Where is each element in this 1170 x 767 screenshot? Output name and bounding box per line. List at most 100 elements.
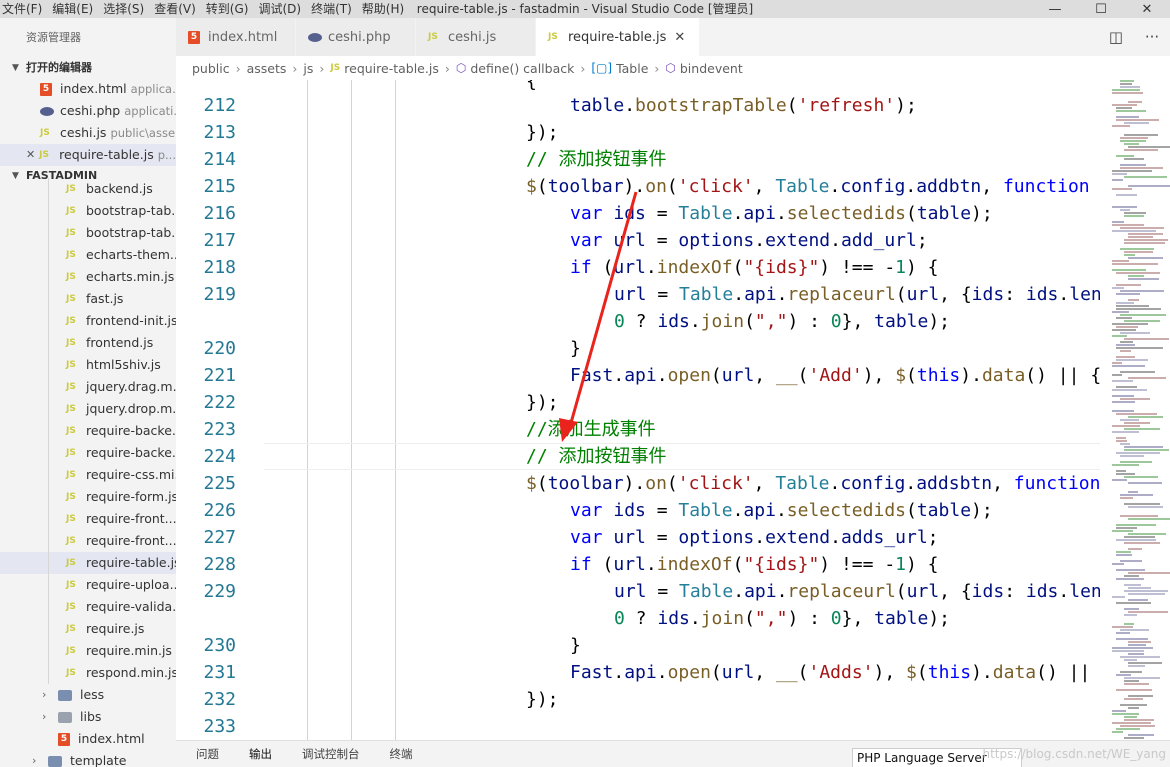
breadcrumb-item[interactable]: define() callback bbox=[470, 61, 574, 76]
file-path: p... bbox=[157, 148, 176, 162]
tab-output[interactable]: 输出 bbox=[229, 746, 282, 762]
folder-libs[interactable]: › libs bbox=[0, 706, 176, 728]
more-actions-icon[interactable]: ··· bbox=[1134, 28, 1170, 46]
minimap-line bbox=[1116, 302, 1134, 304]
file-item[interactable]: JS require.min.js bbox=[0, 640, 176, 662]
file-item[interactable]: JS require-css.mi... bbox=[0, 464, 176, 486]
php-icon bbox=[40, 106, 54, 116]
menu-item[interactable]: 终端(T) bbox=[309, 0, 360, 18]
tab-index-html[interactable]: 5 index.html bbox=[176, 18, 296, 56]
tab-debug-console[interactable]: 调试控制台 bbox=[282, 746, 370, 762]
line-number: 214 bbox=[203, 149, 236, 170]
file-name: fast.js bbox=[86, 291, 124, 306]
close-icon[interactable]: ✕ bbox=[674, 30, 685, 45]
breadcrumb-item[interactable]: js bbox=[303, 61, 313, 76]
minimap-line bbox=[1112, 125, 1130, 127]
open-editor-item[interactable]: ✕ JS require-table.js p... bbox=[0, 144, 176, 166]
minimize-button[interactable]: — bbox=[1032, 0, 1078, 18]
tab-terminal[interactable]: 终端 bbox=[370, 746, 423, 762]
folder-less[interactable]: › less bbox=[0, 684, 176, 706]
file-item[interactable]: JS jquery.drag.m... bbox=[0, 376, 176, 398]
file-item[interactable]: JS fast.js bbox=[0, 288, 176, 310]
line-number-gutter: 212 213 214 215 216 217 218 219 220 221 222 223 224 2… bbox=[176, 80, 242, 740]
open-editor-item[interactable]: 5 index.htmlapplica... bbox=[0, 78, 176, 100]
editor-tabs: 5 index.html ceshi.php JS ceshi.js JS re… bbox=[176, 18, 1170, 56]
cube-icon: ⬡ bbox=[455, 61, 467, 75]
file-item[interactable]: JS require-backe... bbox=[0, 420, 176, 442]
file-item[interactable]: JS bootstrap-tab... bbox=[0, 222, 176, 244]
close-icon[interactable]: ✕ bbox=[26, 144, 39, 166]
minimap-line bbox=[1124, 476, 1158, 478]
file-item[interactable]: JS bootstrap-tab... bbox=[0, 200, 176, 222]
file-item[interactable]: JS require-form.js bbox=[0, 486, 176, 508]
minimap-line bbox=[1124, 542, 1160, 544]
file-item[interactable]: JS require.js bbox=[0, 618, 176, 640]
file-name: index.html bbox=[60, 81, 127, 96]
menu-item[interactable]: 调试(D) bbox=[256, 0, 309, 18]
breadcrumb-item[interactable]: public bbox=[192, 61, 230, 76]
minimap-line bbox=[1116, 272, 1160, 274]
code-line: url = Table.api.replaceurl(url, {ids: id… bbox=[614, 284, 1100, 305]
minimap-line bbox=[1116, 107, 1132, 109]
chevron-right-icon: › bbox=[235, 60, 241, 76]
minimap-line bbox=[1120, 515, 1158, 517]
line-number: 217 bbox=[203, 230, 236, 251]
folder-label: less bbox=[80, 687, 105, 702]
minimap-line bbox=[1112, 464, 1139, 466]
breadcrumb-item[interactable]: assets bbox=[247, 61, 287, 76]
menu-item[interactable]: 查看(V) bbox=[152, 0, 204, 18]
minimap-line bbox=[1112, 269, 1146, 271]
open-editor-item[interactable]: ceshi.phpapplicati... bbox=[0, 100, 176, 122]
minimap[interactable] bbox=[1100, 80, 1170, 740]
menu-item[interactable]: 帮助(H) bbox=[360, 0, 412, 18]
line-number: 222 bbox=[203, 392, 236, 413]
breadcrumb-item[interactable]: Table bbox=[616, 61, 648, 76]
minimap-line bbox=[1128, 491, 1138, 493]
file-item[interactable]: JS require-front... bbox=[0, 530, 176, 552]
breadcrumb-item[interactable]: require-table.js bbox=[344, 61, 439, 76]
file-item[interactable]: JS echarts.min.js bbox=[0, 266, 176, 288]
minimap-line bbox=[1120, 419, 1139, 421]
file-item[interactable]: JS require-table.js bbox=[0, 552, 176, 574]
line-number: 220 bbox=[203, 338, 236, 359]
file-item[interactable]: JS backend.js bbox=[0, 178, 176, 200]
code-line: if (url.indexOf("{ids}") !== -1) { bbox=[570, 554, 939, 575]
code-line: 0 ? ids.join(",") : 0}, table); bbox=[614, 608, 951, 629]
minimap-line bbox=[1116, 602, 1151, 604]
file-label: index.html bbox=[78, 731, 145, 746]
js-icon: JS bbox=[66, 426, 76, 436]
menu-item[interactable]: 选择(S) bbox=[101, 0, 152, 18]
file-item[interactable]: JS jquery.drop.m... bbox=[0, 398, 176, 420]
minimap-line bbox=[1120, 671, 1142, 673]
minimap-line bbox=[1112, 479, 1127, 481]
code-editor[interactable]: 212 213 214 215 216 217 218 219 220 221 222 223 224 2… bbox=[176, 80, 1100, 740]
file-item[interactable]: JS require-front... bbox=[0, 508, 176, 530]
minimap-line bbox=[1120, 629, 1149, 631]
tab-problems[interactable]: 问题 bbox=[176, 746, 229, 762]
file-item[interactable]: JS echarts-them... bbox=[0, 244, 176, 266]
minimap-line bbox=[1116, 632, 1130, 634]
menu-item[interactable]: 转到(G) bbox=[204, 0, 257, 18]
tab-require-table-js[interactable]: JS require-table.js ✕ bbox=[536, 18, 701, 56]
menu-item[interactable]: 编辑(E) bbox=[50, 0, 101, 18]
file-item[interactable]: JS require-valida... bbox=[0, 596, 176, 618]
minimap-line bbox=[1116, 452, 1160, 454]
menu-item[interactable]: 文件(F) bbox=[0, 0, 50, 18]
open-editors-section[interactable]: ▼ 打开的编辑器 bbox=[0, 58, 176, 78]
file-item[interactable]: JS html5shiv.js bbox=[0, 354, 176, 376]
file-item[interactable]: JS frontend.js bbox=[0, 332, 176, 354]
file-item[interactable]: JS require-uploa... bbox=[0, 574, 176, 596]
open-editor-item[interactable]: JS ceshi.jspublic\asse... bbox=[0, 122, 176, 144]
folder-template[interactable]: › template bbox=[0, 750, 176, 767]
breadcrumb-item[interactable]: bindevent bbox=[680, 61, 743, 76]
split-editor-icon[interactable]: ◫ bbox=[1098, 28, 1134, 46]
close-window-button[interactable]: ✕ bbox=[1124, 0, 1170, 18]
file-item[interactable]: JS require-backe... bbox=[0, 442, 176, 464]
maximize-button[interactable]: ☐ bbox=[1078, 0, 1124, 18]
line-number: 223 bbox=[203, 419, 236, 440]
file-item[interactable]: JS respond.min.js bbox=[0, 662, 176, 684]
tab-ceshi-php[interactable]: ceshi.php bbox=[296, 18, 416, 56]
file-item[interactable]: JS frontend-init.js bbox=[0, 310, 176, 332]
file-index-html[interactable]: 5 index.html bbox=[0, 728, 176, 750]
tab-ceshi-js[interactable]: JS ceshi.js bbox=[416, 18, 536, 56]
